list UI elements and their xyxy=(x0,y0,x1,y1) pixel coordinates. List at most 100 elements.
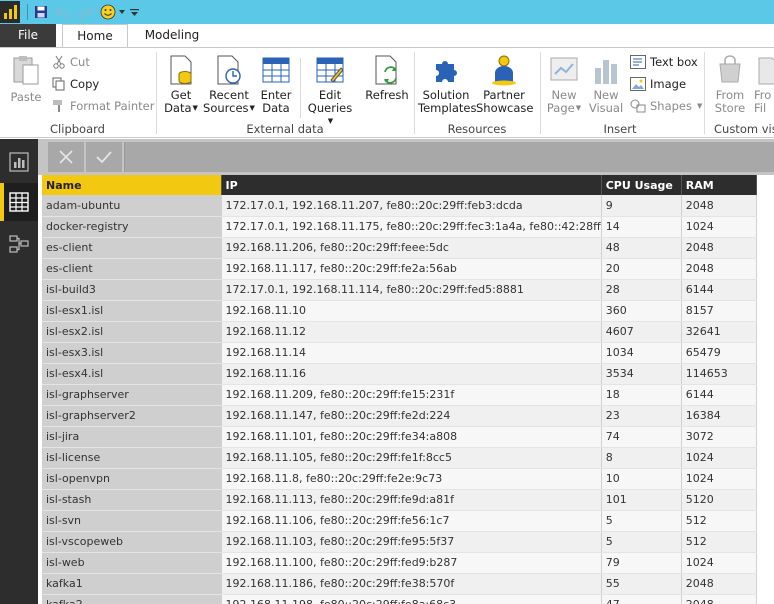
cell-ip[interactable]: 192.168.11.10 xyxy=(221,300,602,322)
cell-ram[interactable]: 512 xyxy=(681,531,757,553)
cell-cpu-usage[interactable]: 1034 xyxy=(601,342,682,364)
cell-cpu-usage[interactable]: 48 xyxy=(601,237,682,259)
cell-cpu-usage[interactable]: 55 xyxy=(601,573,682,595)
tab-file[interactable]: File xyxy=(0,24,56,47)
new-page-button[interactable]: New Page▼ xyxy=(544,54,584,115)
report-view-button[interactable] xyxy=(0,143,38,181)
cell-cpu-usage[interactable]: 4607 xyxy=(601,321,682,343)
cell-cpu-usage[interactable]: 74 xyxy=(601,426,682,448)
cell-ram[interactable]: 1024 xyxy=(681,468,757,490)
cell-ip[interactable]: 192.168.11.186, fe80::20c:29ff:fe38:570f xyxy=(221,573,602,595)
cell-ram[interactable]: 2048 xyxy=(681,258,757,280)
cell-cpu-usage[interactable]: 47 xyxy=(601,594,682,604)
cell-name[interactable]: kafka2 xyxy=(42,594,222,604)
cell-name[interactable]: isl-jira xyxy=(42,426,222,448)
cell-ram[interactable]: 16384 xyxy=(681,405,757,427)
cell-ram[interactable]: 1024 xyxy=(681,552,757,574)
cell-cpu-usage[interactable]: 79 xyxy=(601,552,682,574)
cell-ram[interactable]: 1024 xyxy=(681,216,757,238)
smiley-feedback-icon[interactable] xyxy=(98,3,118,21)
cell-cpu-usage[interactable]: 8 xyxy=(601,447,682,469)
new-visual-button[interactable]: New Visual xyxy=(587,54,625,115)
cell-ram[interactable]: 2048 xyxy=(681,594,757,604)
cancel-formula-button[interactable] xyxy=(48,142,84,172)
cell-cpu-usage[interactable]: 18 xyxy=(601,384,682,406)
cell-ram[interactable]: 512 xyxy=(681,510,757,532)
save-icon[interactable] xyxy=(32,3,50,21)
cell-ram[interactable]: 1024 xyxy=(681,447,757,469)
cell-ram[interactable]: 2048 xyxy=(681,237,757,259)
cell-ip[interactable]: 192.168.11.147, fe80::20c:29ff:fe2d:224 xyxy=(221,405,602,427)
cell-cpu-usage[interactable]: 28 xyxy=(601,279,682,301)
customize-toolbar-icon[interactable] xyxy=(128,3,140,21)
get-data-button[interactable]: Get Data▼ xyxy=(160,54,202,115)
relationships-view-button[interactable] xyxy=(0,225,38,263)
cell-name[interactable]: kafka1 xyxy=(42,573,222,595)
cell-ram[interactable]: 8157 xyxy=(681,300,757,322)
cut-button[interactable]: Cut xyxy=(52,53,90,71)
cell-ram[interactable]: 2048 xyxy=(681,573,757,595)
column-header-ram[interactable]: RAM xyxy=(681,175,757,195)
cell-name[interactable]: isl-esx3.isl xyxy=(42,342,222,364)
cell-ip[interactable]: 192.168.11.106, fe80::20c:29ff:fe56:1c7 xyxy=(221,510,602,532)
cell-name[interactable]: isl-graphserver2 xyxy=(42,405,222,427)
cell-ip[interactable]: 192.168.11.16 xyxy=(221,363,602,385)
column-header-cpu-usage[interactable]: CPU Usage xyxy=(601,175,682,195)
image-button[interactable]: Image xyxy=(630,75,686,93)
column-header-ip[interactable]: IP xyxy=(221,175,602,195)
cell-name[interactable]: es-client xyxy=(42,258,222,280)
recent-sources-button[interactable]: Recent Sources▼ xyxy=(203,54,255,115)
partner-showcase-button[interactable]: Partner Showcase xyxy=(476,54,533,115)
cell-ip[interactable]: 192.168.11.100, fe80::20c:29ff:fed9:b287 xyxy=(221,552,602,574)
data-view-button[interactable] xyxy=(0,183,38,221)
cell-ip[interactable]: 192.168.11.113, fe80::20c:29ff:fe9d:a81f xyxy=(221,489,602,511)
cell-name[interactable]: isl-build3 xyxy=(42,279,222,301)
cell-ram[interactable]: 6144 xyxy=(681,279,757,301)
tab-modeling[interactable]: Modeling xyxy=(136,24,208,47)
cell-name[interactable]: isl-esx1.isl xyxy=(42,300,222,322)
cell-ram[interactable]: 114653 xyxy=(681,363,757,385)
cell-ip[interactable]: 172.17.0.1, 192.168.11.114, fe80::20c:29… xyxy=(221,279,602,301)
cell-ram[interactable]: 65479 xyxy=(681,342,757,364)
formula-input[interactable] xyxy=(124,142,774,172)
cell-cpu-usage[interactable]: 5 xyxy=(601,510,682,532)
column-header-name[interactable]: Name xyxy=(42,175,222,195)
paste-button[interactable]: Paste xyxy=(6,54,46,104)
cell-cpu-usage[interactable]: 20 xyxy=(601,258,682,280)
cell-ip[interactable]: 172.17.0.1, 192.168.11.207, fe80::20c:29… xyxy=(221,195,602,217)
undo-icon[interactable] xyxy=(54,3,72,21)
cell-cpu-usage[interactable]: 23 xyxy=(601,405,682,427)
dropdown-caret-icon[interactable] xyxy=(118,3,126,21)
cell-ip[interactable]: 192.168.11.14 xyxy=(221,342,602,364)
cell-name[interactable]: isl-graphserver xyxy=(42,384,222,406)
format-painter-button[interactable]: Format Painter xyxy=(52,97,154,115)
cell-ip[interactable]: 192.168.11.206, fe80::20c:29ff:feee:5dc xyxy=(221,237,602,259)
cell-ram[interactable]: 32641 xyxy=(681,321,757,343)
cell-name[interactable]: isl-web xyxy=(42,552,222,574)
cell-name[interactable]: es-client xyxy=(42,237,222,259)
enter-data-button[interactable]: Enter Data xyxy=(257,54,295,115)
cell-cpu-usage[interactable]: 3534 xyxy=(601,363,682,385)
cell-cpu-usage[interactable]: 9 xyxy=(601,195,682,217)
cell-name[interactable]: isl-license xyxy=(42,447,222,469)
shapes-button[interactable]: Shapes ▼ xyxy=(630,97,702,115)
cell-ram[interactable]: 6144 xyxy=(681,384,757,406)
cell-name[interactable]: isl-esx4.isl xyxy=(42,363,222,385)
cell-name[interactable]: isl-openvpn xyxy=(42,468,222,490)
cell-ip[interactable]: 192.168.11.198, fe80::20c:29ff:fe8a:68c3 xyxy=(221,594,602,604)
cell-ip[interactable]: 192.168.11.8, fe80::20c:29ff:fe2e:9c73 xyxy=(221,468,602,490)
from-file-button[interactable]: Fro Fil xyxy=(754,54,774,115)
cell-name[interactable]: isl-esx2.isl xyxy=(42,321,222,343)
cell-name[interactable]: docker-registry xyxy=(42,216,222,238)
redo-icon[interactable] xyxy=(76,3,94,21)
cell-ram[interactable]: 3072 xyxy=(681,426,757,448)
cell-ip[interactable]: 192.168.11.105, fe80::20c:29ff:fe1f:8cc5 xyxy=(221,447,602,469)
cell-ip[interactable]: 192.168.11.101, fe80::20c:29ff:fe34:a808 xyxy=(221,426,602,448)
cell-name[interactable]: isl-stash xyxy=(42,489,222,511)
cell-cpu-usage[interactable]: 5 xyxy=(601,531,682,553)
edit-queries-button[interactable]: Edit Queries▼ xyxy=(305,54,355,128)
cell-ram[interactable]: 2048 xyxy=(681,195,757,217)
text-box-button[interactable]: Text box xyxy=(630,53,698,71)
cell-cpu-usage[interactable]: 14 xyxy=(601,216,682,238)
cell-ip[interactable]: 172.17.0.1, 192.168.11.175, fe80::20c:29… xyxy=(221,216,602,238)
